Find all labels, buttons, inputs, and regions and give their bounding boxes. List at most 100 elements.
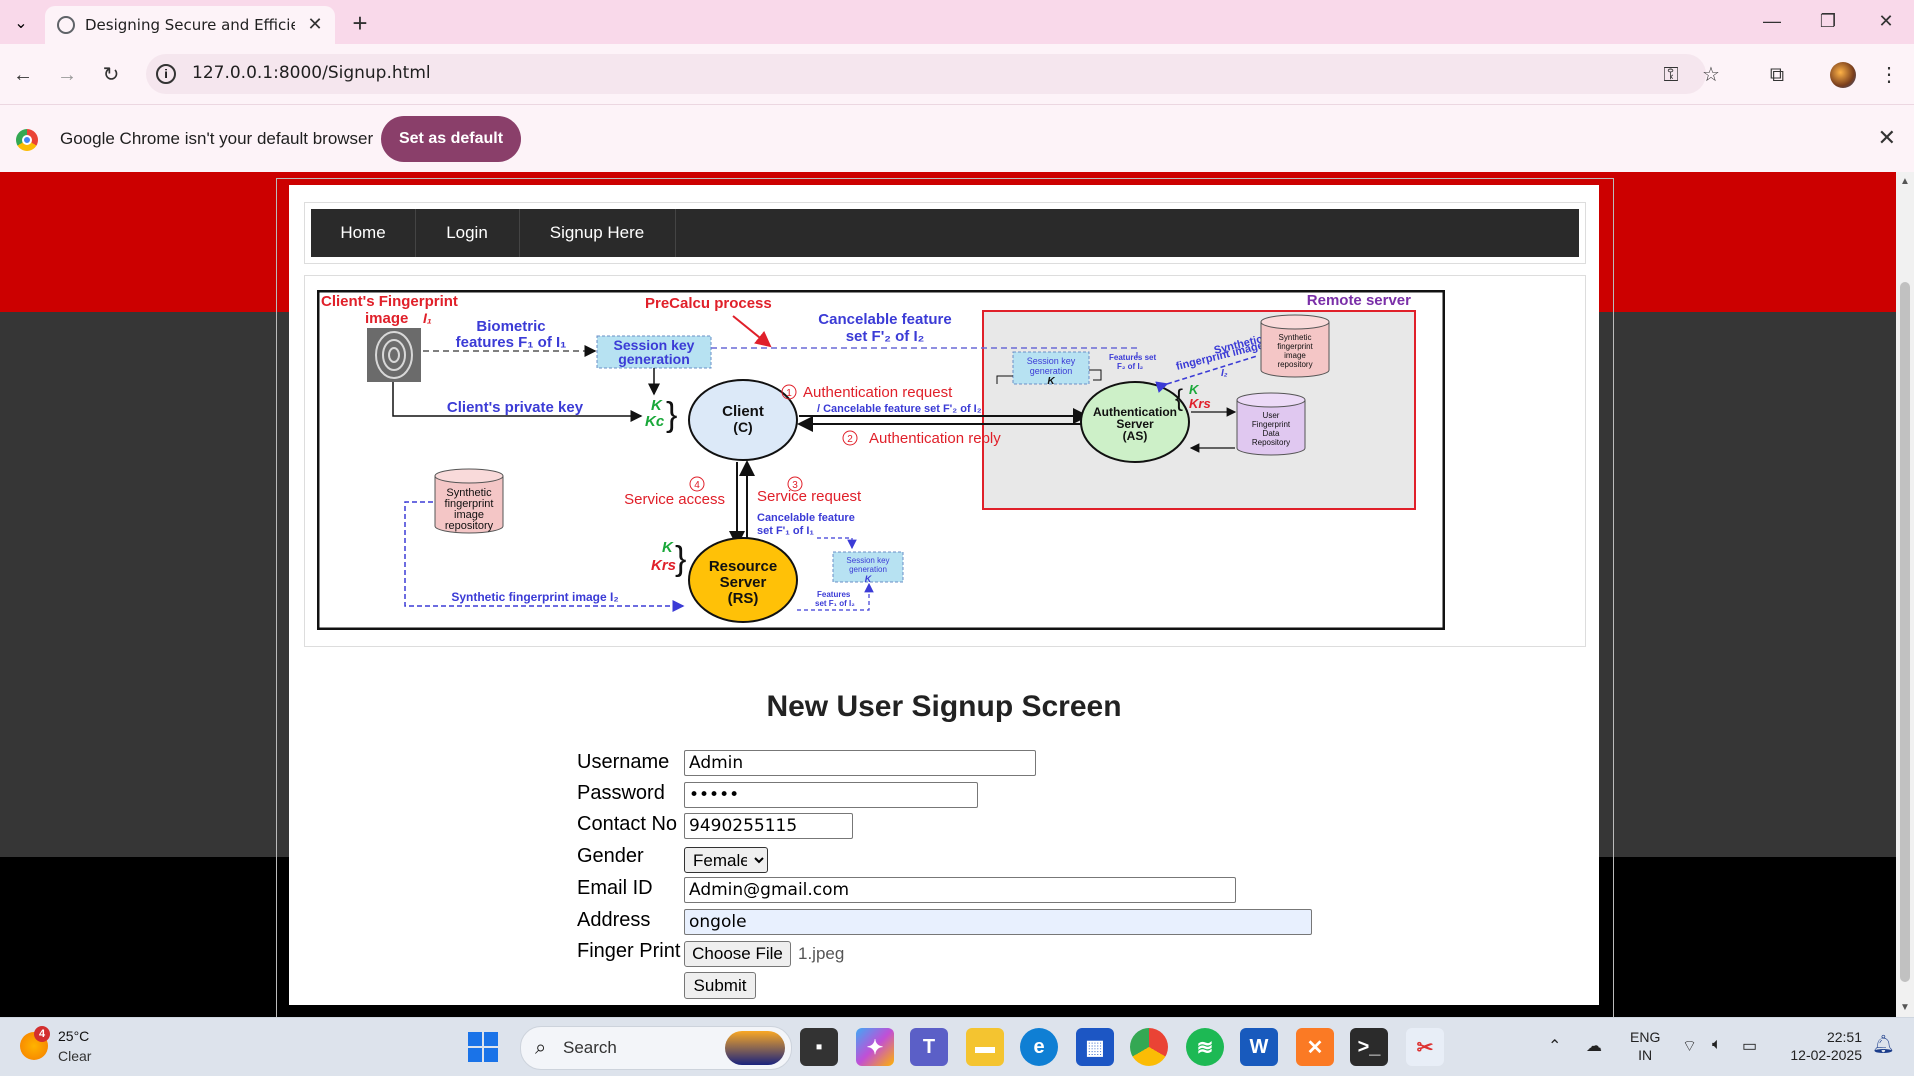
battery-icon[interactable]: ▭ [1742,1036,1757,1056]
remote-synth-repo-top [1260,314,1330,330]
word-icon[interactable]: W [1240,1028,1278,1066]
gender-select[interactable]: Female [684,847,768,873]
rs-features-label-2: set F₁ of I₂ [815,599,855,608]
xampp-icon[interactable]: ✕ [1296,1028,1334,1066]
page-content: Home Login Signup Here Remote server Cli… [289,185,1599,1005]
service-request-label: Service request [757,488,862,505]
rs-k-label: K [662,539,674,556]
username-input[interactable] [684,750,1036,776]
menu-item-signup[interactable]: Signup Here [519,209,676,257]
store-icon[interactable]: ▦ [1076,1028,1114,1066]
search-icon: ⌕ [535,1037,547,1059]
auth-reply-label: Authentication reply [869,430,1001,447]
language-region: IN [1638,1047,1653,1063]
clock-time: 22:51 [1826,1029,1862,1045]
menu-item-home[interactable]: Home [311,209,416,257]
address-input[interactable] [684,909,1312,935]
choose-file-button[interactable]: Choose File [684,941,791,967]
rs-cancelable-label-2: set F'₁ of I₁ [757,525,814,537]
browser-tab[interactable]: Designing Secure and Efficient B ✕ [45,6,335,44]
back-arrow-icon[interactable]: ← [8,60,38,90]
rs-krs-label: Krs [651,557,676,574]
infobar-close-icon[interactable]: ✕ [1878,125,1896,151]
language-indicator[interactable]: ENG IN [1630,1028,1660,1064]
user-repo-label-3: Data [1263,429,1280,438]
snipping-tool-icon[interactable]: ✂ [1406,1028,1444,1066]
new-tab-plus-icon[interactable]: + [345,8,375,38]
tab-close-icon[interactable]: ✕ [303,12,327,36]
default-browser-infobar: Google Chrome isn't your default browser… [0,104,1914,173]
address-label: Address [577,909,651,931]
bookmark-star-icon[interactable]: ☆ [1698,62,1724,88]
biometric-label-2: features F₁ of I₁ [456,334,567,351]
set-as-default-button[interactable]: Set as default [381,116,521,162]
service-access-label: Service access [624,491,725,508]
submit-button[interactable]: Submit [684,972,756,999]
site-info-icon[interactable]: i [156,64,176,84]
tab-search-chevron-icon[interactable]: ⌄ [8,10,34,36]
extensions-puzzle-icon[interactable]: ⧉ [1762,60,1792,90]
volume-icon[interactable]: 🔈︎ [1712,1036,1722,1054]
copilot-icon[interactable]: ✦ [856,1028,894,1066]
task-view-icon[interactable]: ▪ [800,1028,838,1066]
email-input[interactable] [684,877,1236,903]
remote-synth-repo-label-1: Synthetic [1279,333,1312,342]
url-text[interactable]: 127.0.0.1:8000/Signup.html [192,63,431,83]
scrollbar-thumb[interactable] [1900,282,1910,982]
weather-temperature[interactable]: 25°C [58,1028,89,1044]
profile-avatar[interactable] [1830,62,1856,88]
weather-condition[interactable]: Clear [58,1048,91,1064]
window-close-icon[interactable]: ✕ [1866,6,1906,36]
page-scrollbar[interactable]: ▲ ▼ [1896,172,1914,1017]
remote-server-label: Remote server [1307,292,1411,309]
password-input[interactable] [684,782,978,808]
menu-item-login[interactable]: Login [415,209,520,257]
system-clock[interactable]: 22:51 12-02-2025 [1782,1028,1862,1064]
scroll-up-arrow-icon[interactable]: ▲ [1900,176,1910,187]
user-repo-top [1236,392,1306,408]
terminal-icon[interactable]: >_ [1350,1028,1388,1066]
auth-request-sub-label: / Cancelable feature set F'₂ of I₂ [817,403,982,415]
rs-session-key-label-2: generation [849,565,887,574]
restore-icon[interactable]: ❐ [1808,6,1848,36]
minimize-icon[interactable]: — [1752,6,1792,36]
precalcu-label: PreCalcu process [645,295,772,312]
taskbar-search[interactable]: ⌕ Search [520,1026,792,1070]
globe-icon [57,16,75,34]
forward-arrow-icon[interactable]: → [52,60,82,90]
edge-icon[interactable]: e [1020,1028,1058,1066]
rs-label-2: Server [720,574,767,591]
scroll-down-arrow-icon[interactable]: ▼ [1900,1002,1910,1013]
windows-start-icon[interactable] [468,1032,498,1062]
notification-bell-icon[interactable]: 🔔︎ [1872,1034,1895,1055]
contact-input[interactable] [684,813,853,839]
spotify-icon[interactable]: ≋ [1186,1028,1224,1066]
password-key-icon[interactable]: ⚿ [1658,62,1684,88]
wifi-icon[interactable]: ⌔ [1682,1036,1697,1056]
auth-request-label: Authentication request [803,384,953,401]
reload-icon[interactable]: ↻ [96,60,126,90]
cancelable-label-2: set F'₂ of I₂ [846,328,925,345]
as-features-label-1: Features set [1109,353,1156,362]
client-k-label: K [651,397,663,414]
rs-label-3: (RS) [728,590,759,607]
session-key-label-2: generation [618,351,690,367]
as-session-key-label-1: Session key [1027,356,1076,366]
step-4-number: 4 [694,480,700,491]
as-session-k-label: K [1047,376,1055,387]
browser-toolbar: ← → ↻ i 127.0.0.1:8000/Signup.html ⚿ ☆ ⧉… [0,44,1914,104]
teams-icon[interactable]: T [910,1028,948,1066]
chrome-menu-icon[interactable]: ⋮ [1874,60,1904,90]
network-status-icon[interactable]: ☁ [1586,1036,1602,1056]
rs-session-key-label-1: Session key [846,556,889,565]
windows-taskbar: 4 25°C Clear ⌕ Search ▪ ✦ T ▬ e ▦ ≋ W ✕ … [0,1017,1914,1076]
file-explorer-icon[interactable]: ▬ [966,1028,1004,1066]
address-bar[interactable]: i 127.0.0.1:8000/Signup.html ⚿ ☆ [146,54,1720,94]
email-label: Email ID [577,877,653,899]
rs-brace: } [675,540,686,578]
remote-synth-repo-label-2: fingerprint [1277,342,1313,351]
show-hidden-icons-chevron[interactable]: ⌃ [1548,1036,1561,1056]
as-session-key-label-2: generation [1030,366,1073,376]
browser-tab-strip: ⌄ Designing Secure and Efficient B ✕ + —… [0,0,1914,44]
chrome-taskbar-icon[interactable] [1130,1028,1168,1066]
